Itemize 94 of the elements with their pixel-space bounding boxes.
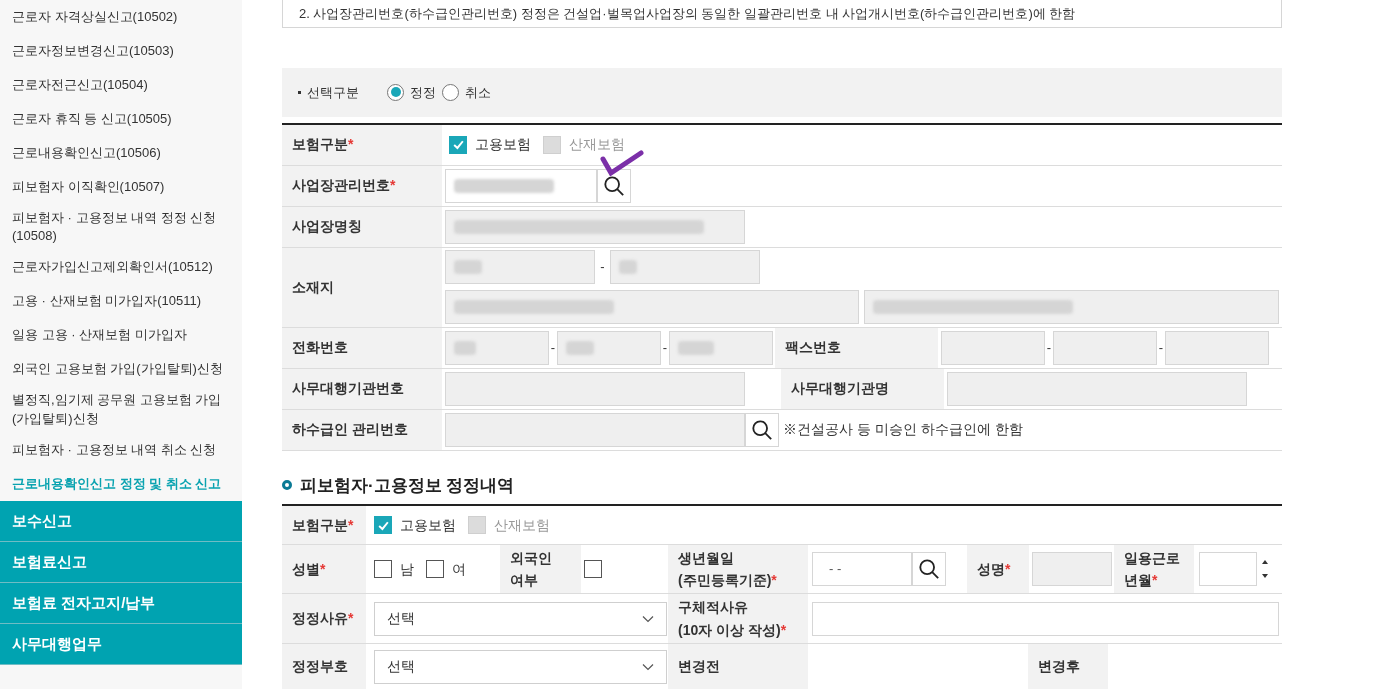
- input-field[interactable]: [445, 250, 595, 284]
- field-label: 변경후: [1028, 644, 1108, 689]
- input-field[interactable]: [669, 330, 773, 365]
- sidebar-item[interactable]: 피보험자 이직확인(10507): [0, 170, 242, 204]
- field-label: 성별*: [282, 545, 366, 593]
- input-field[interactable]: [1165, 330, 1269, 365]
- field-label: 사업장관리번호*: [282, 165, 442, 206]
- blurred-value: [454, 260, 482, 274]
- blurred-value: [566, 340, 594, 355]
- field-label: 전화번호: [282, 327, 442, 368]
- search-icon: [751, 418, 773, 441]
- input-field[interactable]: [445, 290, 859, 324]
- section-title: 피보험자·고용정보 정정내역: [282, 472, 1282, 498]
- checkbox[interactable]: [426, 560, 444, 578]
- radio-option[interactable]: 정정: [387, 82, 436, 103]
- field-label: 변경전: [668, 644, 808, 689]
- sidebar-item[interactable]: 근로자전근신고(10504): [0, 68, 242, 102]
- selector-label: 선택구분: [298, 82, 359, 103]
- field-label: 팩스번호: [775, 327, 938, 368]
- radio-option[interactable]: 취소: [442, 82, 491, 103]
- search-button[interactable]: [597, 168, 631, 203]
- input-field[interactable]: [445, 371, 745, 406]
- field-label: 정정부호: [282, 644, 366, 689]
- separator: -: [661, 338, 669, 357]
- field-label: 성명*: [967, 545, 1029, 593]
- checkbox-label: 산재보험: [494, 515, 550, 535]
- field-label: 하수급인 관리번호: [282, 409, 442, 450]
- sidebar-item[interactable]: 근로자 휴직 등 신고(10505): [0, 102, 242, 136]
- note-text: ※건설공사 등 미승인 하수급인에 한함: [783, 420, 1023, 439]
- blurred-value: [619, 260, 637, 274]
- input-field[interactable]: [812, 601, 1279, 636]
- checkbox[interactable]: [374, 516, 392, 534]
- separator: -: [1157, 338, 1165, 357]
- field-label: 보험구분*: [282, 506, 366, 544]
- field-label: 소재지: [282, 247, 442, 327]
- spinner-arrows-icon[interactable]: [1261, 558, 1269, 580]
- field-label: 구체적사유 (10자 이상 작성)*: [668, 594, 808, 643]
- bullet-icon: [282, 480, 292, 491]
- sidebar-item[interactable]: 별정직,임기제 공무원 고용보험 가입(가입탈퇴)신청: [0, 386, 242, 433]
- input-field[interactable]: [445, 330, 549, 365]
- sidebar-item[interactable]: 일용 고용 · 산재보험 미가입자: [0, 318, 242, 353]
- checkbox[interactable]: [449, 135, 467, 154]
- separator: -: [1045, 338, 1053, 357]
- search-icon: [918, 558, 940, 580]
- checkbox-label: 여: [452, 559, 466, 579]
- sidebar-item[interactable]: 근로자가입신고제외확인서(10512): [0, 250, 242, 285]
- input-field[interactable]: [610, 250, 760, 284]
- input-field[interactable]: [445, 412, 745, 447]
- input-field[interactable]: - -: [812, 552, 912, 586]
- search-icon: [603, 174, 625, 197]
- checkbox-label: 남: [400, 559, 414, 579]
- checkmark-icon: [451, 138, 465, 151]
- sidebar-item[interactable]: 피보험자 · 고용정보 내역 정정 신청(10508): [0, 204, 242, 251]
- chevron-down-icon: [642, 662, 654, 671]
- separator: -: [549, 338, 557, 357]
- checkbox-label: 고용보험: [475, 135, 531, 154]
- field-label: 사무대행기관명: [781, 368, 944, 409]
- notice-box: 2. 사업장관리번호(하수급인관리번호) 정정은 건설업·벌목업사업장의 동일한 일괄관리번호 내 사업개시번호(하수급인관리번호)에 한함: [282, 0, 1282, 29]
- input-field[interactable]: [1199, 552, 1257, 586]
- sidebar-item[interactable]: 피보험자 · 고용정보 내역 취소 신청: [0, 432, 242, 467]
- blurred-value: [454, 340, 476, 355]
- input-field[interactable]: [1032, 552, 1112, 586]
- input-field[interactable]: [941, 330, 1045, 365]
- input-field[interactable]: [864, 290, 1279, 324]
- checkbox[interactable]: [584, 560, 602, 578]
- separator: -: [599, 258, 606, 277]
- sidebar-item[interactable]: 외국인 고용보험 가입(가입탈퇴)신청: [0, 352, 242, 387]
- sidebar-item[interactable]: 고용 · 산재보험 미가입자(10511): [0, 284, 242, 319]
- sidebar-item[interactable]: 근로자 자격상실신고(10502): [0, 0, 242, 34]
- input-field[interactable]: [445, 168, 597, 203]
- field-label: 보험구분*: [282, 124, 442, 165]
- search-button[interactable]: [745, 412, 779, 447]
- select-dropdown[interactable]: 선택: [374, 601, 667, 636]
- input-field[interactable]: [1053, 330, 1157, 365]
- checkbox-label: 고용보험: [400, 515, 456, 535]
- select-dropdown[interactable]: 선택: [374, 649, 667, 684]
- search-button[interactable]: [912, 552, 946, 586]
- radio-button[interactable]: [442, 83, 459, 101]
- field-label: 정정사유*: [282, 594, 366, 643]
- field-label: 생년월일 (주민등록기준)*: [668, 545, 808, 593]
- checkbox[interactable]: [374, 560, 392, 578]
- radio-button[interactable]: [387, 83, 404, 101]
- input-field[interactable]: [557, 330, 661, 365]
- field-label: 사무대행기관번호: [282, 368, 442, 409]
- blurred-value: [678, 340, 714, 355]
- sidebar-item[interactable]: 근로자정보변경신고(10503): [0, 34, 242, 68]
- checkbox-label: 산재보험: [569, 135, 625, 154]
- field-label: 사업장명칭: [282, 206, 442, 247]
- field-label: 외국인 여부: [500, 545, 581, 593]
- chevron-down-icon: [642, 614, 654, 623]
- sidebar-item[interactable]: 근로내용확인신고(10506): [0, 136, 242, 170]
- input-field[interactable]: [445, 209, 745, 244]
- input-field[interactable]: [947, 371, 1247, 406]
- field-label: 일용근로 년월*: [1114, 545, 1194, 593]
